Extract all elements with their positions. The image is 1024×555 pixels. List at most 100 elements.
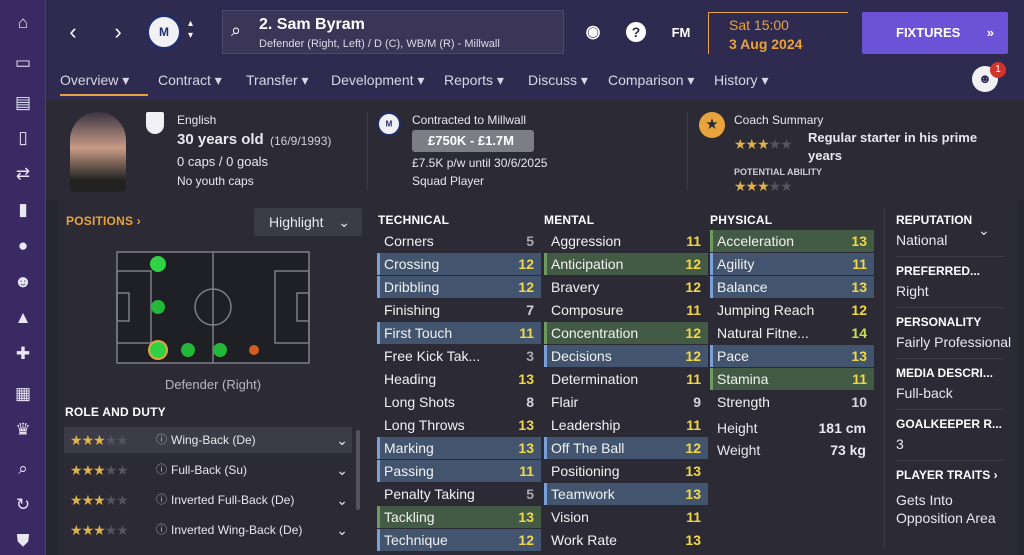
- mental-attribute-row[interactable]: Vision 11: [544, 506, 708, 528]
- tab-development[interactable]: Development ▾: [331, 72, 424, 96]
- attribute-value: 13: [518, 371, 534, 387]
- attribute-name: First Touch: [384, 325, 453, 341]
- world-cup-icon[interactable]: ◉: [582, 22, 604, 44]
- attribute-value: 12: [685, 256, 701, 272]
- role-row[interactable]: ★★★★★ ⓘ Full-Back (Su) ⌄: [64, 457, 352, 483]
- inbox-icon[interactable]: ▭: [12, 52, 34, 74]
- role-row[interactable]: ★★★★★ ⓘ Inverted Full-Back (De) ⌄: [64, 487, 352, 513]
- physical-attribute-row[interactable]: Acceleration 13: [710, 230, 874, 252]
- squad-icon[interactable]: ▤: [12, 92, 34, 114]
- shield-icon[interactable]: ⛊: [12, 530, 34, 552]
- tab-contract[interactable]: Contract ▾: [158, 72, 222, 96]
- clipboard-icon[interactable]: ▯: [12, 127, 34, 149]
- chevron-down-icon[interactable]: ⌄: [336, 427, 348, 453]
- physical-attribute-row[interactable]: Jumping Reach 12: [710, 299, 874, 321]
- attribute-value: 5: [526, 486, 534, 502]
- mental-attribute-row[interactable]: Teamwork 13: [544, 483, 708, 505]
- physical-attribute-row[interactable]: Balance 13: [710, 276, 874, 298]
- trophy-icon[interactable]: ♛: [12, 419, 34, 441]
- player-traits-heading[interactable]: PLAYER TRAITS ›: [896, 468, 998, 482]
- tab-discuss[interactable]: Discuss ▾: [528, 72, 588, 96]
- player-switch-icon[interactable]: ▴ ▾: [188, 18, 193, 42]
- height-value: 181 cm: [818, 420, 866, 436]
- mental-attribute-row[interactable]: Work Rate 13: [544, 529, 708, 551]
- technical-attribute-row[interactable]: Long Throws 13: [377, 414, 541, 436]
- tab-overview[interactable]: Overview ▾: [60, 72, 148, 96]
- roles-scrollbar[interactable]: [356, 430, 360, 510]
- player-search-box[interactable]: ⌕ 2. Sam Byram Defender (Right, Left) / …: [222, 10, 564, 54]
- position-dot-wbr: [181, 343, 195, 357]
- role-row[interactable]: ★★★★★ ⓘ Wing-Back (De) ⌄: [64, 427, 352, 453]
- physical-attribute-row[interactable]: Stamina 11: [710, 368, 874, 390]
- technical-attribute-row[interactable]: Finishing 7: [377, 299, 541, 321]
- technical-attribute-row[interactable]: Crossing 12: [377, 253, 541, 275]
- technical-attribute-row[interactable]: Free Kick Tak... 3: [377, 345, 541, 367]
- club-crest-icon[interactable]: M: [146, 14, 182, 50]
- help-icon[interactable]: ?: [626, 22, 646, 42]
- attribute-name: Acceleration: [717, 233, 795, 249]
- mental-attribute-row[interactable]: Composure 11: [544, 299, 708, 321]
- position-dot-amr: [249, 345, 259, 355]
- info-icon[interactable]: ⓘ: [156, 517, 167, 543]
- positions-title[interactable]: POSITIONS ›: [66, 214, 141, 228]
- transfers-icon[interactable]: ⇄: [12, 163, 34, 185]
- attribute-value: 13: [518, 417, 534, 433]
- divider: [896, 358, 1004, 359]
- mental-attribute-row[interactable]: Concentration 12: [544, 322, 708, 344]
- tab-history[interactable]: History ▾: [714, 72, 768, 96]
- technical-attribute-row[interactable]: Penalty Taking 5: [377, 483, 541, 505]
- technical-attribute-row[interactable]: Long Shots 8: [377, 391, 541, 413]
- physical-attribute-row[interactable]: Pace 13: [710, 345, 874, 367]
- back-arrow-icon[interactable]: ‹: [58, 17, 88, 47]
- calendar-icon[interactable]: ▦: [12, 383, 34, 405]
- medical-icon[interactable]: ✚: [12, 343, 34, 365]
- technical-attribute-row[interactable]: Heading 13: [377, 368, 541, 390]
- sync-icon[interactable]: ↻: [12, 494, 34, 516]
- tactics-icon[interactable]: ▲: [12, 307, 34, 329]
- info-icon[interactable]: ⓘ: [156, 427, 167, 453]
- date-of-birth: (16/9/1993): [270, 134, 332, 148]
- technical-attribute-row[interactable]: Passing 11: [377, 460, 541, 482]
- chevron-down-icon[interactable]: ⌄: [336, 487, 348, 513]
- tab-reports[interactable]: Reports ▾: [444, 72, 504, 96]
- forward-arrow-icon[interactable]: ›: [103, 17, 133, 47]
- mental-attribute-row[interactable]: Decisions 12: [544, 345, 708, 367]
- training-icon[interactable]: ▮: [12, 199, 34, 221]
- mental-attribute-row[interactable]: Determination 11: [544, 368, 708, 390]
- mental-attribute-row[interactable]: Off The Ball 12: [544, 437, 708, 459]
- mental-attribute-row[interactable]: Leadership 11: [544, 414, 708, 436]
- technical-attribute-row[interactable]: First Touch 11: [377, 322, 541, 344]
- technical-attribute-row[interactable]: Tackling 13: [377, 506, 541, 528]
- info-icon[interactable]: ⓘ: [156, 487, 167, 513]
- caps-goals: 0 caps / 0 goals: [177, 154, 269, 169]
- technical-attribute-row[interactable]: Corners 5: [377, 230, 541, 252]
- chevron-down-icon[interactable]: ⌄: [978, 222, 990, 239]
- search-icon[interactable]: ⌕: [12, 458, 34, 480]
- mental-attribute-row[interactable]: Bravery 12: [544, 276, 708, 298]
- info-icon[interactable]: ⓘ: [156, 457, 167, 483]
- fm-logo[interactable]: FM: [666, 22, 696, 44]
- physical-attribute-row[interactable]: Agility 11: [710, 253, 874, 275]
- attribute-name: Natural Fitne...: [717, 325, 809, 341]
- mental-attribute-row[interactable]: Positioning 13: [544, 460, 708, 482]
- highlight-dropdown[interactable]: Highlight ⌄: [254, 208, 362, 236]
- role-row[interactable]: ★★★★★ ⓘ Inverted Wing-Back (De) ⌄: [64, 517, 352, 543]
- mental-attribute-row[interactable]: Anticipation 12: [544, 253, 708, 275]
- role-stars: ★★★★★: [70, 492, 129, 508]
- physical-attribute-row[interactable]: Natural Fitne... 14: [710, 322, 874, 344]
- mental-attribute-row[interactable]: Flair 9: [544, 391, 708, 413]
- home-icon[interactable]: ⌂: [12, 12, 34, 34]
- technical-attribute-row[interactable]: Marking 13: [377, 437, 541, 459]
- tab-comparison[interactable]: Comparison ▾: [608, 72, 694, 96]
- chevron-down-icon[interactable]: ⌄: [336, 457, 348, 483]
- physical-attribute-row[interactable]: Strength 10: [710, 391, 874, 413]
- chevron-down-icon[interactable]: ⌄: [336, 517, 348, 543]
- mental-attribute-row[interactable]: Aggression 11: [544, 230, 708, 252]
- globe-icon[interactable]: ●: [12, 235, 34, 257]
- technical-attribute-row[interactable]: Technique 12: [377, 529, 541, 551]
- tab-transfer[interactable]: Transfer ▾: [246, 72, 309, 96]
- date-box[interactable]: Sat 15:00 3 Aug 2024: [708, 12, 848, 54]
- staff-icon[interactable]: ☻: [12, 271, 34, 293]
- technical-attribute-row[interactable]: Dribbling 12: [377, 276, 541, 298]
- fixtures-button[interactable]: FIXTURES »: [862, 12, 1008, 54]
